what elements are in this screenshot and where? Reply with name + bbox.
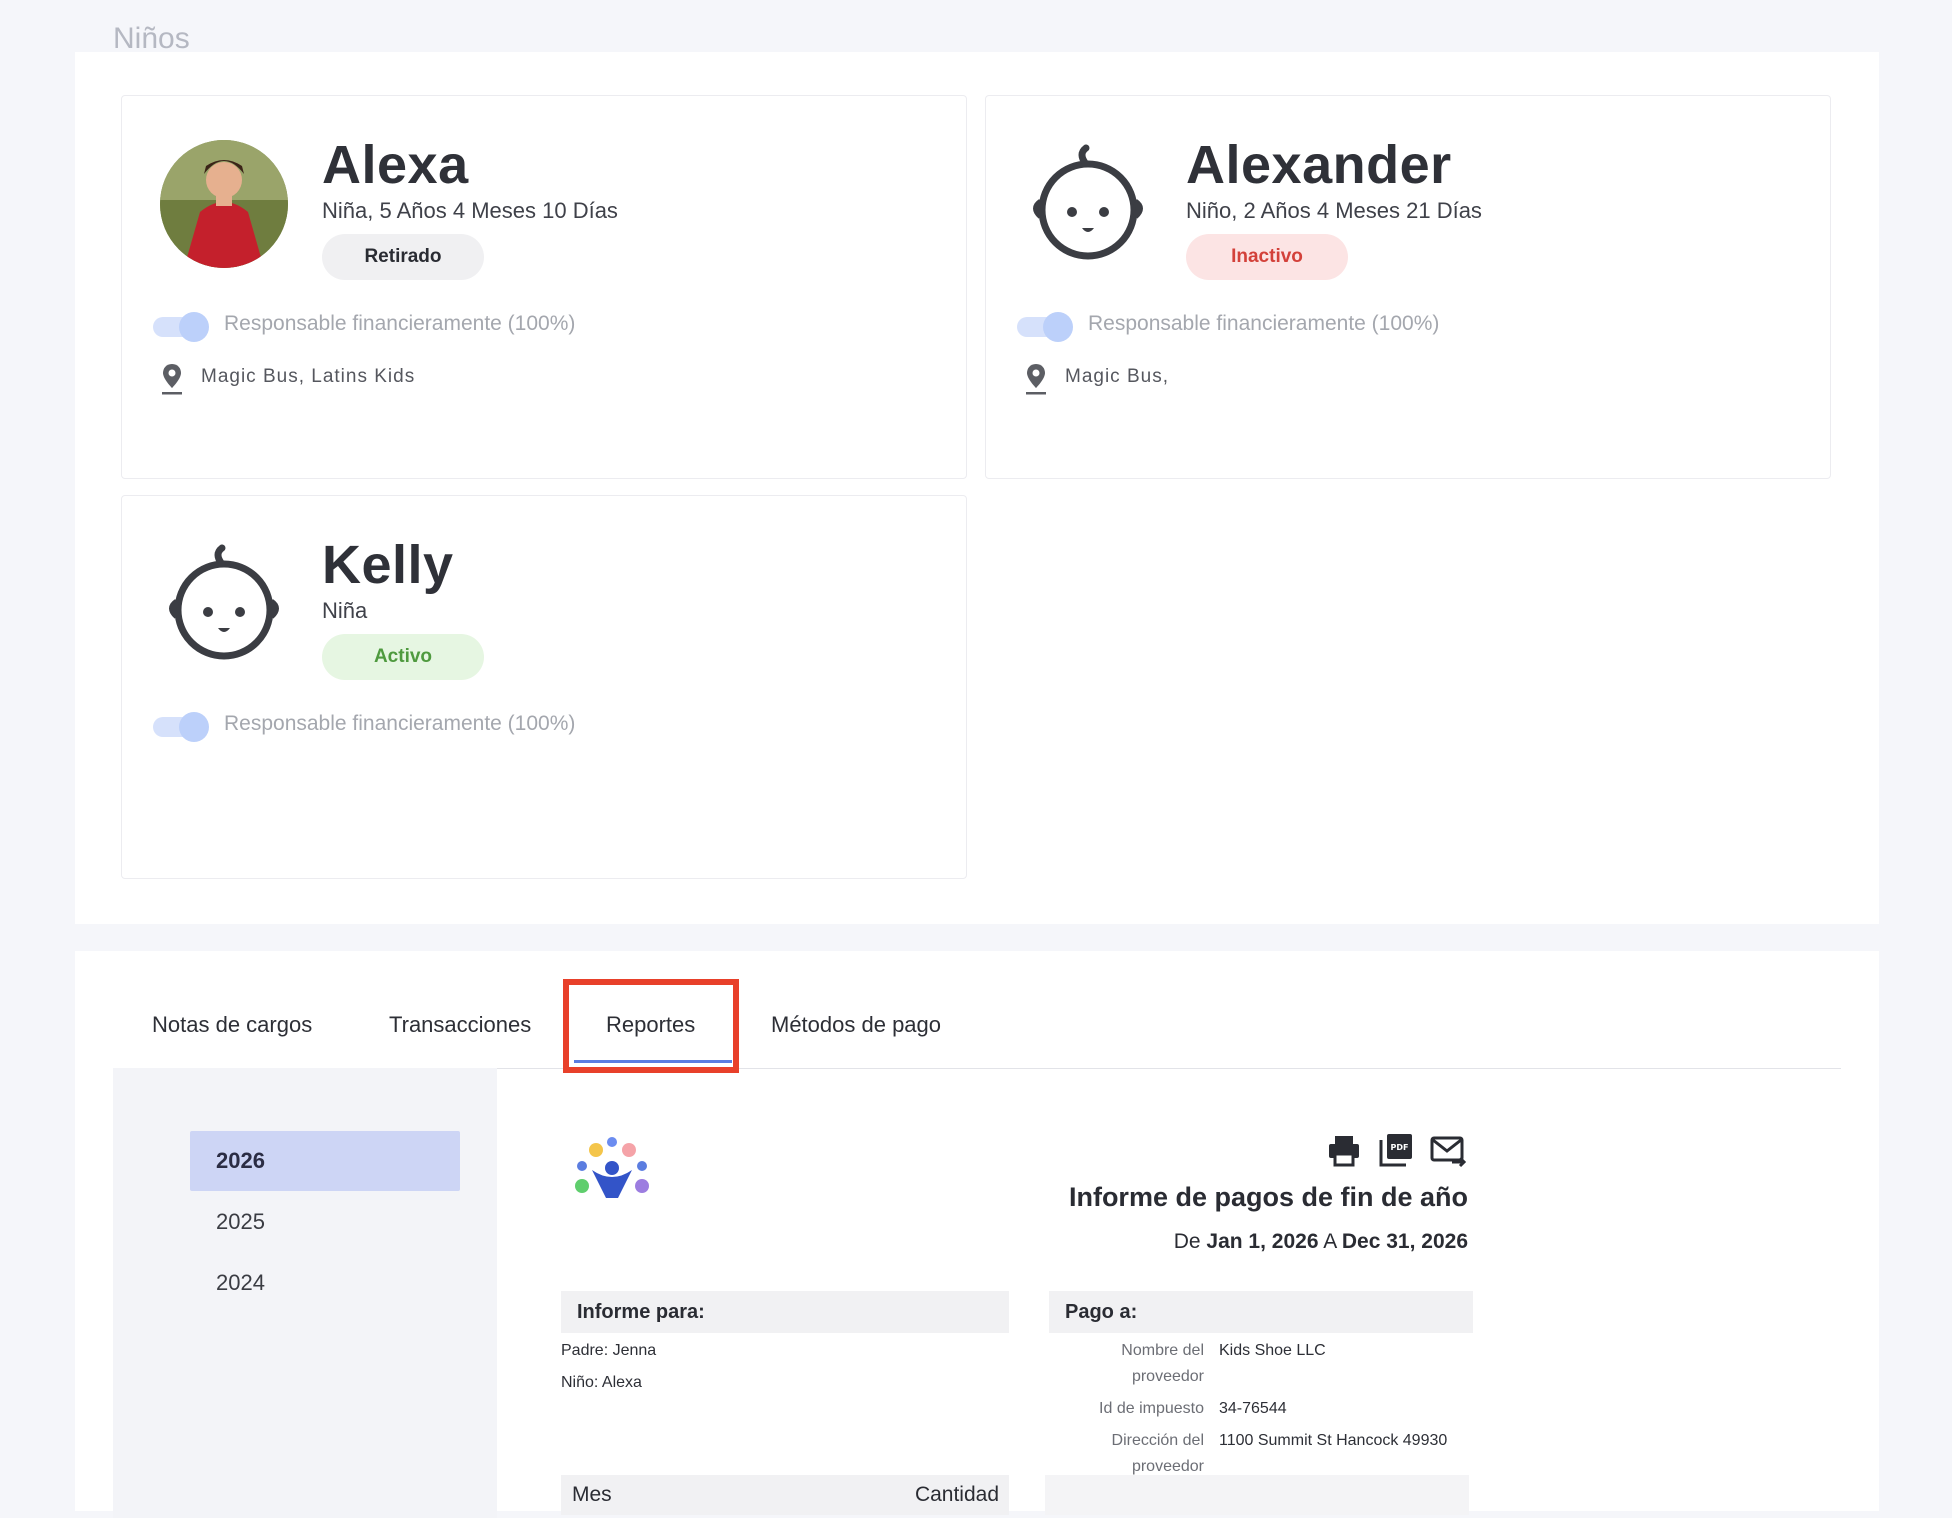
child-name-line: Niño: Alexa	[561, 1374, 642, 1391]
child-card-alexander[interactable]: Alexander Niño, 2 Años 4 Meses 21 Días I…	[985, 95, 1831, 479]
year-item-2024[interactable]: 2024	[190, 1253, 460, 1313]
avatar	[160, 140, 288, 268]
report-date-range: De Jan 1, 2026 A Dec 31, 2026	[1173, 1230, 1468, 1253]
company-logo-icon	[575, 1137, 649, 1198]
tab-bar: Notas de cargos Transacciones Reportes M…	[113, 980, 1841, 1069]
provider-address-label: Dirección del proveedor	[1111, 1432, 1204, 1475]
status-badge: Inactivo	[1186, 234, 1348, 280]
section-title: Niños	[113, 22, 190, 55]
provider-address-value: 1100 Summit St Hancock 49930	[1219, 1432, 1448, 1449]
baby-face-icon	[169, 544, 279, 660]
child-name: Kelly	[322, 535, 454, 595]
child-age: Niña, 5 Años 4 Meses 10 Días	[322, 198, 618, 223]
location-pin-icon	[162, 364, 182, 395]
location-text: Magic Bus,	[1065, 366, 1169, 387]
provider-name-label: Nombre del proveedor	[1121, 1342, 1204, 1385]
financial-responsible-toggle[interactable]	[153, 710, 211, 744]
location-text: Magic Bus, Latins Kids	[201, 366, 416, 387]
svg-text:PDF: PDF	[1391, 1143, 1409, 1152]
status-badge: Retirado	[322, 234, 484, 280]
email-icon[interactable]	[1430, 1132, 1466, 1168]
child-name: Alexa	[322, 135, 469, 195]
column-amount: Cantidad	[914, 1483, 999, 1506]
location-pin-icon	[1026, 364, 1046, 395]
child-name: Alexander	[1186, 135, 1452, 195]
baby-face-icon	[1033, 144, 1143, 260]
financial-responsible-toggle[interactable]	[153, 310, 211, 344]
tax-id-label: Id de impuesto	[1099, 1400, 1204, 1417]
financial-responsible-label: Responsable financieramente (100%)	[1088, 312, 1440, 335]
year-item-2026[interactable]: 2026	[190, 1131, 460, 1191]
parent-name: Padre: Jenna	[561, 1342, 657, 1359]
payments-table-header: Mes Cantidad	[561, 1475, 1009, 1515]
child-card-kelly[interactable]: Kelly Niña Activo Responsable financiera…	[121, 495, 967, 879]
year-item-2025[interactable]: 2025	[190, 1192, 460, 1252]
financial-responsible-label: Responsable financieramente (100%)	[224, 312, 576, 335]
tax-id-value: 34-76544	[1219, 1400, 1287, 1417]
tab-payment-methods[interactable]: Métodos de pago	[771, 1012, 941, 1038]
financial-responsible-label: Responsable financieramente (100%)	[224, 712, 576, 735]
report-title: Informe de pagos de fin de año	[1068, 1182, 1468, 1212]
provider-name-value: Kids Shoe LLC	[1219, 1342, 1326, 1359]
print-icon[interactable]	[1326, 1132, 1362, 1168]
child-age: Niño, 2 Años 4 Meses 21 Días	[1186, 198, 1482, 223]
tab-transactions[interactable]: Transacciones	[389, 1012, 531, 1038]
column-month: Mes	[572, 1483, 612, 1506]
pay-to-heading: Pago a:	[1049, 1291, 1473, 1333]
highlight-annotation	[563, 979, 739, 1073]
tab-charge-notes[interactable]: Notas de cargos	[152, 1012, 312, 1038]
child-gender: Niña	[322, 598, 368, 623]
child-card-alexa[interactable]: Alexa Niña, 5 Años 4 Meses 10 Días Retir…	[121, 95, 967, 479]
pdf-icon[interactable]: PDF	[1378, 1132, 1414, 1168]
financial-responsible-toggle[interactable]	[1017, 310, 1075, 344]
year-sidebar: 2026 2025 2024	[113, 1068, 497, 1518]
table-header-filler	[1045, 1475, 1469, 1515]
report-for-heading: Informe para:	[561, 1291, 1009, 1333]
status-badge: Activo	[322, 634, 484, 680]
